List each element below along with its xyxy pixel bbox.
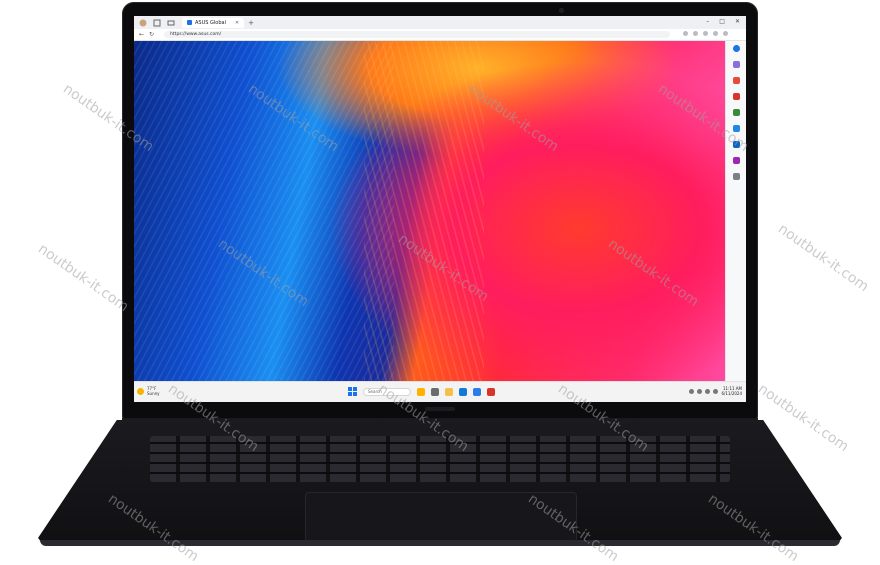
collections-icon[interactable] [703, 31, 708, 36]
games-icon[interactable] [732, 109, 740, 116]
store-icon[interactable] [473, 387, 481, 396]
file-explorer-icon[interactable] [445, 387, 453, 396]
browser-toolbar [683, 31, 728, 36]
browser-tab[interactable]: ASUS Global ✕ [182, 17, 245, 28]
taskbar-center: Search [348, 387, 495, 396]
more-menu-icon[interactable] [723, 31, 728, 36]
close-tab-icon[interactable]: ✕ [235, 20, 239, 26]
address-bar: ← ↻ https://www.asus.com/ [134, 29, 746, 41]
edge-icon[interactable] [459, 387, 467, 396]
task-view-icon[interactable] [431, 387, 439, 396]
clock[interactable]: 11:11 AM 6/11/2024 [721, 386, 742, 396]
copilot-icon[interactable] [732, 45, 740, 52]
maximize-icon[interactable]: □ [719, 18, 725, 25]
browser-tab-bar: ASUS Global ✕ + – □ ✕ [134, 16, 746, 29]
asus-favicon-icon [187, 20, 192, 25]
workspaces-icon[interactable] [152, 18, 162, 28]
back-icon[interactable]: ← [139, 31, 144, 38]
tools-icon[interactable] [732, 93, 740, 100]
url-field[interactable]: https://www.asus.com/ [164, 31, 671, 38]
minimize-icon[interactable]: – [706, 18, 709, 25]
asus-bezel-logo [425, 407, 455, 411]
webcam [559, 8, 564, 13]
extensions-icon[interactable] [713, 31, 718, 36]
designer-icon[interactable] [732, 157, 740, 164]
laptop-screen: ASUS Global ✕ + – □ ✕ ← ↻ https://www.as… [134, 16, 746, 402]
new-tab-icon[interactable]: + [248, 19, 254, 27]
tab-title: ASUS Global [195, 19, 226, 26]
read-aloud-icon[interactable] [683, 31, 688, 36]
window-controls: – □ ✕ [706, 18, 740, 25]
battery-icon[interactable] [713, 388, 719, 394]
edge-sidebar [725, 41, 746, 386]
sun-icon [137, 387, 144, 395]
watermark: noutbuk-it.com [35, 240, 132, 316]
volume-icon[interactable] [705, 388, 711, 394]
shopping-icon[interactable] [732, 77, 740, 84]
windows-start-icon[interactable] [348, 387, 357, 396]
copilot-taskbar-icon[interactable] [417, 387, 425, 396]
favorites-icon[interactable] [693, 31, 698, 36]
close-window-icon[interactable]: ✕ [735, 18, 740, 25]
tab-actions-icon[interactable] [166, 18, 176, 28]
add-sidebar-app-icon[interactable] [732, 173, 740, 180]
weather-description: Sunny [147, 391, 160, 396]
weather-widget[interactable]: 77°F Sunny [137, 386, 160, 396]
search-sidebar-icon[interactable] [732, 61, 740, 68]
profile-avatar-icon[interactable] [138, 18, 148, 28]
refresh-icon[interactable]: ↻ [149, 31, 154, 38]
system-tray: 11:11 AM 6/11/2024 [689, 386, 742, 396]
windows-taskbar: 77°F Sunny Search 11:11 AM 6/11/2024 [134, 381, 746, 402]
weather-text: 77°F Sunny [147, 386, 160, 396]
chevron-up-icon[interactable] [689, 388, 695, 394]
asus-app-icon[interactable] [487, 387, 495, 396]
desktop-wallpaper [134, 41, 726, 382]
clock-date: 6/11/2024 [721, 391, 742, 396]
wifi-icon[interactable] [697, 388, 703, 394]
watermark: noutbuk-it.com [775, 220, 872, 296]
